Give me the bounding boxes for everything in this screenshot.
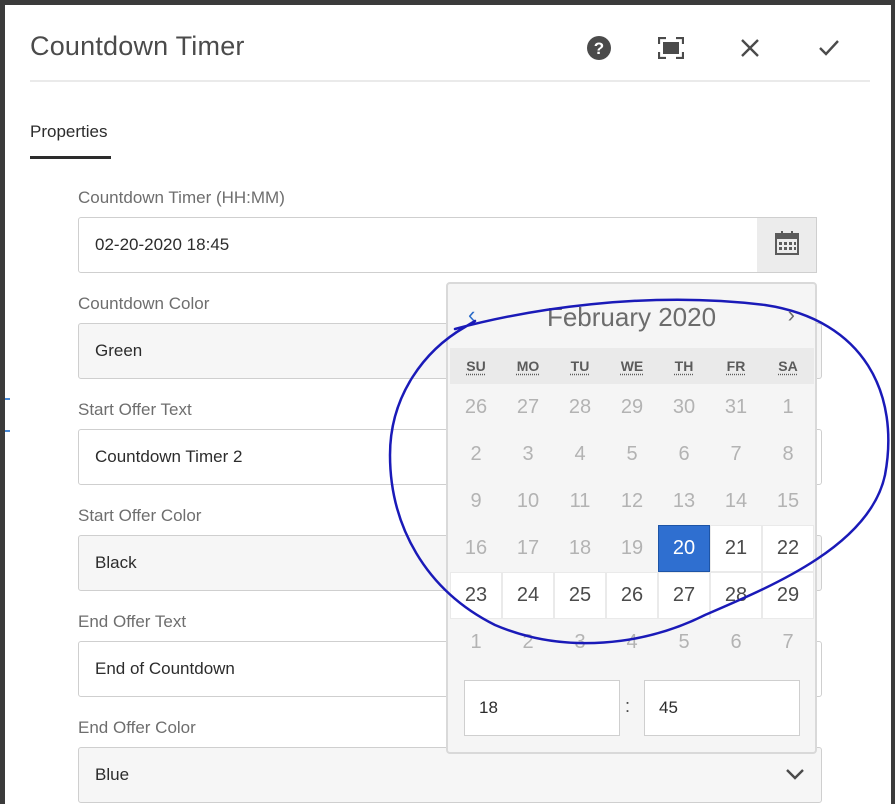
calendar-day[interactable]: 28 (554, 384, 606, 431)
minute-value: 45 (659, 698, 678, 717)
start-offer-text-label: Start Offer Text (78, 400, 192, 419)
weekday-label: FR (726, 358, 746, 374)
calendar-button[interactable] (757, 217, 817, 273)
calendar-day[interactable]: 28 (710, 572, 762, 619)
calendar-day[interactable]: 11 (554, 478, 606, 525)
countdown-timer-input[interactable]: 02-20-2020 18:45 (78, 217, 763, 273)
calendar-day[interactable]: 26 (606, 572, 658, 619)
time-separator: : (625, 696, 631, 716)
calendar-day[interactable]: 19 (606, 525, 658, 572)
calendar-day[interactable]: 9 (450, 478, 502, 525)
calendar-day[interactable]: 22 (762, 525, 814, 572)
chevron-down-icon (785, 765, 805, 785)
start-offer-color-label: Start Offer Color (78, 506, 202, 525)
calendar-day[interactable]: 4 (554, 431, 606, 478)
weekday-label: TU (570, 358, 590, 374)
start-offer-color-value: Black (95, 553, 137, 572)
end-offer-color-value: Blue (95, 765, 130, 784)
calendar-day[interactable]: 6 (710, 619, 762, 666)
calendar-day[interactable]: 30 (658, 384, 710, 431)
background-edge-mark (5, 398, 10, 400)
calendar-day[interactable]: 29 (606, 384, 658, 431)
calendar-day[interactable]: 23 (450, 572, 502, 619)
calendar-day[interactable]: 10 (502, 478, 554, 525)
end-offer-color-label: End Offer Color (78, 718, 196, 737)
background-edge-mark (5, 430, 10, 432)
countdown-color-value: Green (95, 341, 143, 360)
dialog-title: Countdown Timer (30, 31, 245, 61)
calendar-day[interactable]: 13 (658, 478, 710, 525)
calendar-day[interactable]: 16 (450, 525, 502, 572)
time-inputs: 18 : 45 (464, 680, 800, 736)
countdown-timer-value: 02-20-2020 18:45 (95, 235, 230, 254)
calendar-day[interactable]: 6 (658, 431, 710, 478)
calendar-day[interactable]: 27 (658, 572, 710, 619)
countdown-timer-label: Countdown Timer (HH:MM) (78, 188, 285, 207)
start-offer-text-value: Countdown Timer 2 (95, 447, 243, 466)
fullscreen-icon[interactable] (656, 33, 686, 63)
calendar-day[interactable]: 7 (710, 431, 762, 478)
hour-value: 18 (479, 698, 498, 717)
calendar-day[interactable]: 5 (606, 431, 658, 478)
calendar-day[interactable]: 26 (450, 384, 502, 431)
weekday-label: SA (778, 358, 798, 374)
calendar-day[interactable]: 25 (554, 572, 606, 619)
svg-text:?: ? (594, 39, 604, 58)
hour-input[interactable]: 18 (464, 680, 620, 736)
calendar-day[interactable]: 21 (710, 525, 762, 572)
countdown-color-label: Countdown Color (78, 294, 210, 313)
minute-input[interactable]: 45 (644, 680, 800, 736)
header-divider (30, 80, 870, 82)
calendar-day-selected[interactable]: 20 (658, 525, 710, 572)
calendar-day[interactable]: 3 (554, 619, 606, 666)
calendar-day[interactable]: 3 (502, 431, 554, 478)
weekday-label: TH (674, 358, 694, 374)
close-icon[interactable] (735, 33, 765, 63)
weekday-label: MO (516, 358, 540, 374)
calendar-day[interactable]: 31 (710, 384, 762, 431)
window-frame-right (891, 0, 895, 804)
calendar-day[interactable]: 14 (710, 478, 762, 525)
calendar-day[interactable]: 4 (606, 619, 658, 666)
calendar-day[interactable]: 15 (762, 478, 814, 525)
calendar-day[interactable]: 24 (502, 572, 554, 619)
calendar-day[interactable]: 8 (762, 431, 814, 478)
confirm-icon[interactable] (814, 33, 844, 63)
calendar-day[interactable]: 1 (450, 619, 502, 666)
help-icon[interactable]: ? (584, 33, 614, 63)
weekday-label: WE (620, 358, 644, 374)
calendar-day[interactable]: 2 (450, 431, 502, 478)
calendar-day[interactable]: 17 (502, 525, 554, 572)
calendar-day[interactable]: 27 (502, 384, 554, 431)
calendar-day[interactable]: 1 (762, 384, 814, 431)
calendar-day[interactable]: 7 (762, 619, 814, 666)
date-picker-popover: ‹ February 2020 › SU MO TU WE TH FR SA 2… (446, 282, 817, 754)
calendar-day-grid: 26 27 28 29 30 31 1 2 3 4 5 6 7 8 9 10 11 12 13 14 15 16 17 18 1… (450, 384, 814, 666)
tab-properties-indicator (30, 156, 111, 159)
end-offer-color-select[interactable]: Blue (78, 747, 822, 803)
calendar-day[interactable]: 12 (606, 478, 658, 525)
month-title: February 2020 (546, 302, 717, 332)
weekday-label: SU (466, 358, 486, 374)
tab-properties[interactable]: Properties (30, 122, 107, 142)
end-offer-text-label: End Offer Text (78, 612, 187, 631)
calendar-day[interactable]: 2 (502, 619, 554, 666)
calendar-day[interactable]: 5 (658, 619, 710, 666)
calendar-day[interactable]: 18 (554, 525, 606, 572)
calendar-icon (774, 230, 800, 261)
calendar-day[interactable]: 29 (762, 572, 814, 619)
next-month-button[interactable]: › (788, 302, 795, 328)
end-offer-text-value: End of Countdown (95, 659, 235, 678)
countdown-timer-dialog: Countdown Timer ? Properties Countdown T… (5, 5, 891, 804)
weekday-header: SU MO TU WE TH FR SA (450, 348, 814, 384)
